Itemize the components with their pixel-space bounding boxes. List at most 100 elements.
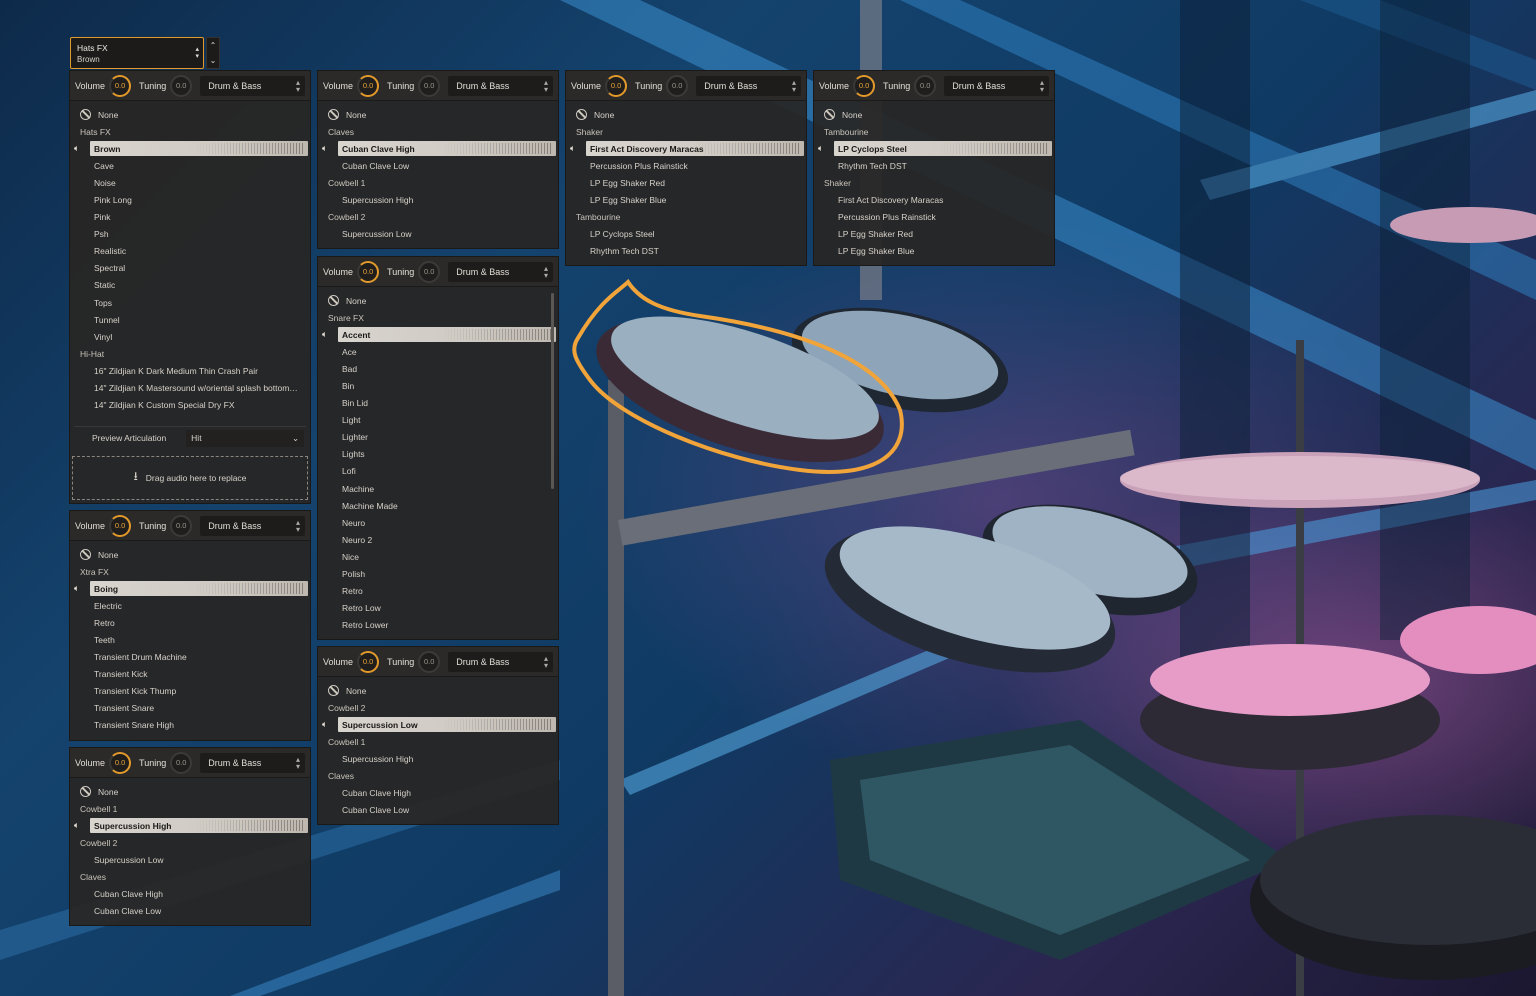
sound-item-retro[interactable]: Retro <box>70 614 310 631</box>
sound-item-retro-lower[interactable]: Retro Lower <box>318 617 558 634</box>
selected-sound-item[interactable]: 🔈︎ First Act Discovery Maracas <box>566 140 806 157</box>
sound-item-psh[interactable]: Psh <box>70 226 310 243</box>
kit-select[interactable]: Drum & Bass ▴ ▾ <box>448 75 553 96</box>
sound-item-polish[interactable]: Polish <box>318 566 558 583</box>
sound-item-transient-snare-high[interactable]: Transient Snare High <box>70 717 310 734</box>
sound-item-transient-snare[interactable]: Transient Snare <box>70 700 310 717</box>
sound-item-cuban-clave-low[interactable]: Cuban Clave Low <box>318 157 558 174</box>
kit-select[interactable]: Drum & Bass ▴ ▾ <box>944 75 1049 96</box>
volume-knob[interactable]: 0.0 <box>109 751 132 774</box>
sound-item-transient-drum-machine[interactable]: Transient Drum Machine <box>70 649 310 666</box>
tuning-knob[interactable]: 0.0 <box>914 74 937 97</box>
volume-knob[interactable]: 0.0 <box>605 74 628 97</box>
sound-item-lighter[interactable]: Lighter <box>318 429 558 446</box>
sound-item-14-zildjian-k-mastersound-w-oriental-splash-bottom[interactable]: 14" Zildjian K Mastersound w/oriental sp… <box>70 380 310 397</box>
sound-item-bad[interactable]: Bad <box>318 360 558 377</box>
sound-item-supercussion-high[interactable]: Supercussion High <box>318 191 558 208</box>
speaker-icon[interactable]: 🔈︎ <box>74 583 90 594</box>
sound-item-cave[interactable]: Cave <box>70 157 310 174</box>
kit-select[interactable]: Drum & Bass ▴ ▾ <box>448 651 553 672</box>
speaker-icon[interactable]: 🔈︎ <box>74 820 90 831</box>
tuning-knob[interactable]: 0.0 <box>170 514 193 537</box>
sound-item-ace[interactable]: Ace <box>318 343 558 360</box>
speaker-icon[interactable]: 🔈︎ <box>322 719 338 730</box>
selected-sound-item[interactable]: 🔈︎ Supercussion Low <box>318 716 558 733</box>
sound-item-realistic[interactable]: Realistic <box>70 243 310 260</box>
sound-item-cuban-clave-low[interactable]: Cuban Clave Low <box>318 802 558 819</box>
volume-knob[interactable]: 0.0 <box>357 260 380 283</box>
kit-select[interactable]: Drum & Bass ▴ ▾ <box>696 75 801 96</box>
sound-item-rhythm-tech-dst[interactable]: Rhythm Tech DST <box>566 243 806 260</box>
sound-item-first-act-discovery-maracas[interactable]: First Act Discovery Maracas <box>814 191 1054 208</box>
sound-item-cuban-clave-high[interactable]: Cuban Clave High <box>70 886 310 903</box>
sound-item-noise[interactable]: Noise <box>70 174 310 191</box>
sound-item-bin-lid[interactable]: Bin Lid <box>318 395 558 412</box>
chevron-down-icon[interactable]: ⌄ <box>210 56 217 65</box>
sound-item-pink-long[interactable]: Pink Long <box>70 191 310 208</box>
audio-drop-zone[interactable]: ⭳ Drag audio here to replace <box>72 455 308 500</box>
chevron-up-icon[interactable]: ⌃ <box>210 41 217 50</box>
sound-item-lp-egg-shaker-blue[interactable]: LP Egg Shaker Blue <box>814 243 1054 260</box>
sound-item-cuban-clave-high[interactable]: Cuban Clave High <box>318 785 558 802</box>
sound-item-teeth[interactable]: Teeth <box>70 631 310 648</box>
sound-item-vinyl[interactable]: Vinyl <box>70 328 310 345</box>
speaker-icon[interactable]: 🔈︎ <box>74 143 90 154</box>
volume-knob[interactable]: 0.0 <box>853 74 876 97</box>
none-option[interactable]: None <box>566 106 806 123</box>
none-option[interactable]: None <box>318 106 558 123</box>
sound-item-spectral[interactable]: Spectral <box>70 260 310 277</box>
sound-item-lp-egg-shaker-red[interactable]: LP Egg Shaker Red <box>814 226 1054 243</box>
sound-item-retro-low[interactable]: Retro Low <box>318 600 558 617</box>
none-option[interactable]: None <box>318 682 558 699</box>
sound-item-transient-kick[interactable]: Transient Kick <box>70 666 310 683</box>
kit-select[interactable]: Drum & Bass ▴ ▾ <box>448 261 553 282</box>
none-option[interactable]: None <box>70 106 310 123</box>
sound-item-percussion-plus-rainstick[interactable]: Percussion Plus Rainstick <box>566 157 806 174</box>
sound-item-retro[interactable]: Retro <box>318 583 558 600</box>
none-option[interactable]: None <box>814 106 1054 123</box>
tuning-knob[interactable]: 0.0 <box>418 650 441 673</box>
volume-knob[interactable]: 0.0 <box>109 514 132 537</box>
kit-select[interactable]: Drum & Bass ▴ ▾ <box>200 515 305 536</box>
volume-knob[interactable]: 0.0 <box>357 74 380 97</box>
volume-knob[interactable]: 0.0 <box>109 74 132 97</box>
sound-item-machine-made[interactable]: Machine Made <box>318 497 558 514</box>
selected-sound-item[interactable]: 🔈︎ LP Cyclops Steel <box>814 140 1054 157</box>
sound-item-supercussion-low[interactable]: Supercussion Low <box>318 226 558 243</box>
speaker-icon[interactable]: 🔈︎ <box>322 143 338 154</box>
sound-item-16-zildjian-k-dark-medium-thin-crash-pair[interactable]: 16" Zildjian K Dark Medium Thin Crash Pa… <box>70 362 310 379</box>
sound-item-neuro[interactable]: Neuro <box>318 514 558 531</box>
sound-item-lp-egg-shaker-blue[interactable]: LP Egg Shaker Blue <box>566 191 806 208</box>
kit-select[interactable]: Drum & Bass ▴ ▾ <box>200 75 305 96</box>
sound-item-14-zildjian-k-custom-special-dry-fx[interactable]: 14" Zildjian K Custom Special Dry FX <box>70 397 310 414</box>
sound-item-transient-kick-thump[interactable]: Transient Kick Thump <box>70 683 310 700</box>
none-option[interactable]: None <box>70 783 310 800</box>
sound-item-tops[interactable]: Tops <box>70 294 310 311</box>
sound-item-nice[interactable]: Nice <box>318 548 558 565</box>
sound-item-cuban-clave-low[interactable]: Cuban Clave Low <box>70 903 310 920</box>
speaker-icon[interactable]: 🔈︎ <box>322 329 338 340</box>
scrollbar[interactable] <box>551 293 554 489</box>
sound-item-lp-egg-shaker-red[interactable]: LP Egg Shaker Red <box>566 174 806 191</box>
sound-item-supercussion-low[interactable]: Supercussion Low <box>70 851 310 868</box>
sound-item-lp-cyclops-steel[interactable]: LP Cyclops Steel <box>566 226 806 243</box>
sound-item-neuro-2[interactable]: Neuro 2 <box>318 531 558 548</box>
speaker-icon[interactable]: 🔈︎ <box>570 143 586 154</box>
sound-item-pink[interactable]: Pink <box>70 209 310 226</box>
tuning-knob[interactable]: 0.0 <box>418 74 441 97</box>
sound-item-rhythm-tech-dst[interactable]: Rhythm Tech DST <box>814 157 1054 174</box>
none-option[interactable]: None <box>318 292 558 309</box>
sound-item-electric[interactable]: Electric <box>70 597 310 614</box>
tuning-knob[interactable]: 0.0 <box>170 751 193 774</box>
tuning-knob[interactable]: 0.0 <box>418 260 441 283</box>
volume-knob[interactable]: 0.0 <box>357 650 380 673</box>
sound-item-lights[interactable]: Lights <box>318 446 558 463</box>
selected-sound-item[interactable]: 🔈︎ Accent <box>318 326 558 343</box>
speaker-icon[interactable]: 🔈︎ <box>818 143 834 154</box>
sound-item-light[interactable]: Light <box>318 412 558 429</box>
instrument-selector[interactable]: Hats FX Brown ▴ ▾ <box>70 37 204 69</box>
selected-sound-item[interactable]: 🔈︎ Boing <box>70 580 310 597</box>
sound-item-static[interactable]: Static <box>70 277 310 294</box>
kit-select[interactable]: Drum & Bass ▴ ▾ <box>200 752 305 773</box>
selected-sound-item[interactable]: 🔈︎ Brown <box>70 140 310 157</box>
